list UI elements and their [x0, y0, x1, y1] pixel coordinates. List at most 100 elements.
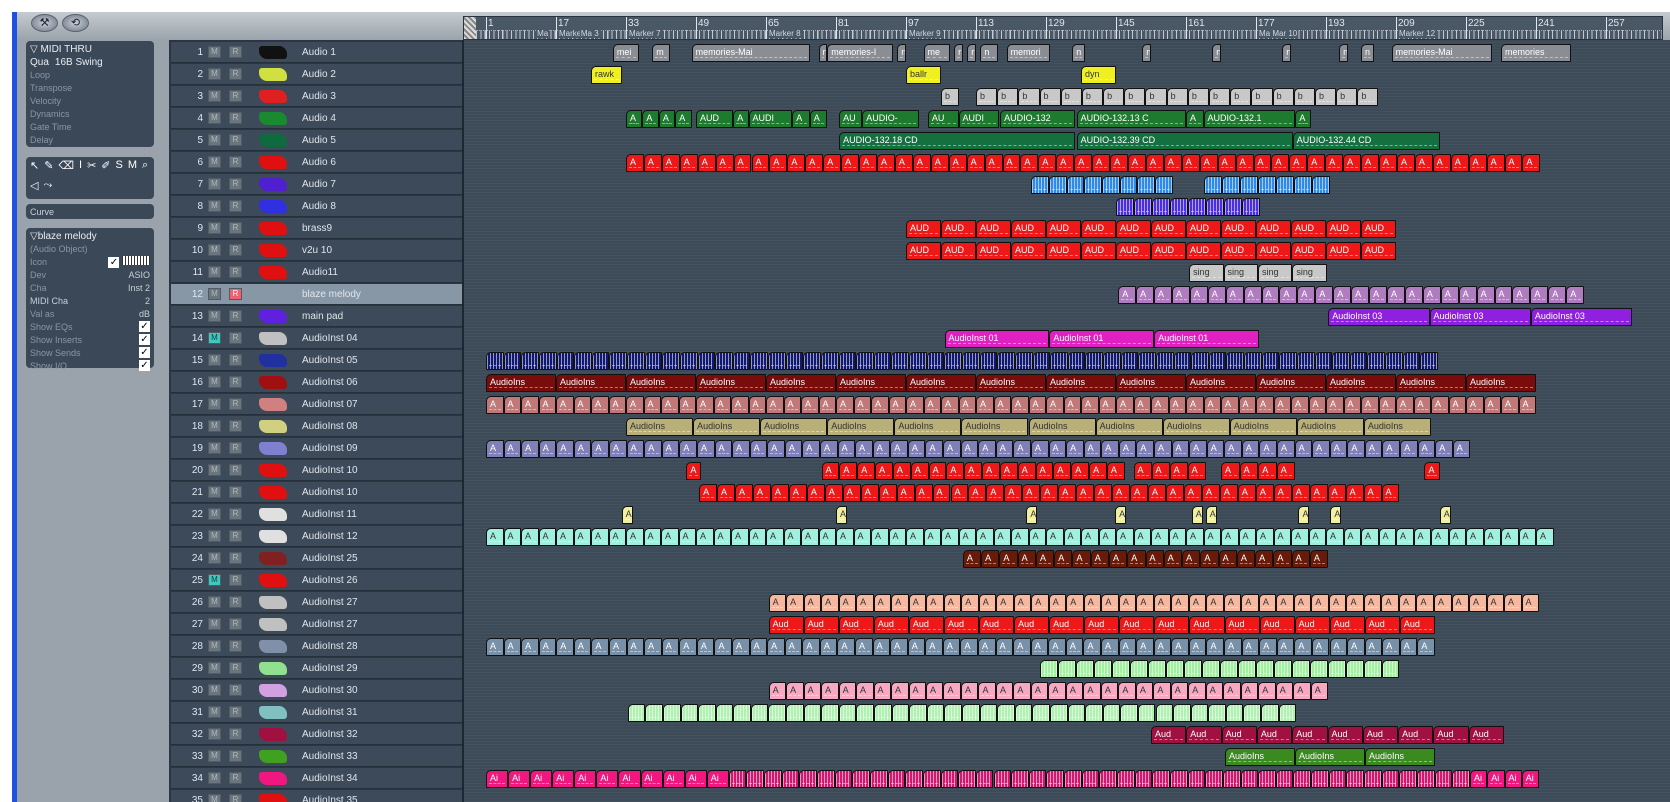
clip[interactable]	[1173, 704, 1191, 722]
clip[interactable]	[645, 704, 663, 722]
mute-button[interactable]: M	[208, 90, 221, 102]
clip[interactable]	[1170, 198, 1189, 216]
clip[interactable]: AUD	[1046, 220, 1081, 238]
clip[interactable]: A	[1483, 396, 1501, 414]
clip[interactable]: A	[1030, 682, 1049, 700]
clip[interactable]: A	[1136, 440, 1154, 458]
clip[interactable]: A	[1109, 550, 1128, 568]
clip[interactable]: A	[962, 550, 982, 568]
clip[interactable]: AUD	[696, 110, 734, 128]
clip[interactable]: A	[978, 638, 996, 656]
track-row[interactable]: 24 M R AudioInst 25	[171, 548, 462, 569]
track-row[interactable]: 21 M R AudioInst 10	[171, 482, 462, 503]
clip[interactable]: A	[1089, 462, 1107, 480]
clip[interactable]: A	[1083, 440, 1102, 458]
clip[interactable]: A	[802, 638, 820, 656]
clip[interactable]: A	[1223, 594, 1242, 612]
clip[interactable]	[728, 770, 747, 788]
clip[interactable]: A	[1046, 528, 1064, 546]
clip[interactable]: A	[1311, 638, 1330, 656]
clip[interactable]	[662, 704, 681, 722]
clip[interactable]	[1205, 770, 1223, 788]
clip[interactable]: A	[1458, 286, 1477, 304]
clip[interactable]	[732, 352, 751, 370]
clip[interactable]: A	[1092, 154, 1111, 172]
clip[interactable]: A	[769, 154, 788, 172]
clip[interactable]: A	[838, 682, 857, 700]
track-row[interactable]: 29 M R AudioInst 29	[171, 658, 462, 679]
clip[interactable]: A	[1151, 528, 1169, 546]
clip[interactable]	[1120, 352, 1139, 370]
clip[interactable]: A	[842, 484, 861, 502]
clip[interactable]: A	[841, 154, 860, 172]
record-button[interactable]: R	[229, 728, 242, 740]
clip[interactable]: memories	[1501, 44, 1571, 62]
clip[interactable]: A	[1241, 440, 1260, 458]
clip[interactable]: A	[1241, 638, 1260, 656]
clip[interactable]	[856, 704, 875, 722]
clip[interactable]: A	[950, 484, 969, 502]
marker-label[interactable]: Ma	[536, 29, 550, 38]
clip[interactable]: A	[768, 682, 787, 700]
clip[interactable]: memories-Mai	[1391, 44, 1493, 62]
mute-button[interactable]: M	[208, 46, 221, 58]
clip[interactable]: A	[1153, 682, 1171, 700]
mute-button[interactable]: M	[208, 706, 221, 718]
clip[interactable]	[1258, 770, 1276, 788]
clip[interactable]	[1332, 352, 1350, 370]
clip[interactable]: A	[1255, 484, 1274, 502]
clip[interactable]: A	[932, 484, 951, 502]
clip[interactable]: A	[749, 440, 768, 458]
track-row[interactable]: 1 M R Audio 1	[171, 42, 462, 63]
clip[interactable]: A	[643, 528, 661, 546]
clip[interactable]	[1183, 660, 1202, 678]
clip[interactable]: A	[1413, 528, 1431, 546]
track-row[interactable]: 11 M R Audio11	[171, 262, 462, 283]
clip[interactable]: A	[1275, 682, 1294, 700]
record-button[interactable]: R	[229, 376, 242, 388]
clip[interactable]: A	[732, 638, 750, 656]
clip[interactable]: A	[1237, 484, 1256, 502]
record-button[interactable]: R	[229, 90, 242, 102]
clip[interactable]: A	[946, 462, 965, 480]
clip[interactable]: A	[1199, 154, 1218, 172]
clip[interactable]	[768, 704, 787, 722]
mute-button[interactable]: M	[208, 552, 221, 564]
checkbox[interactable]: ✓	[139, 360, 150, 371]
clip[interactable]: A	[609, 638, 627, 656]
clip[interactable]: AUD	[906, 220, 941, 238]
track-name[interactable]: AudioInst 35	[302, 795, 358, 802]
clip[interactable]	[715, 704, 734, 722]
mute-button[interactable]: M	[208, 486, 221, 498]
clip[interactable]: A	[1434, 594, 1452, 612]
record-button[interactable]: R	[229, 530, 242, 542]
clip[interactable]: A	[872, 440, 891, 458]
clip[interactable]: A	[1065, 682, 1084, 700]
clip[interactable]: A	[1435, 440, 1453, 458]
track-name[interactable]: Audio 3	[302, 91, 336, 102]
clip[interactable]: A	[1035, 462, 1054, 480]
clip[interactable]: sing	[1257, 264, 1293, 282]
clip[interactable]: Aud	[1362, 726, 1399, 744]
clip[interactable]	[1420, 352, 1438, 370]
clip[interactable]: A	[1239, 462, 1259, 480]
clip[interactable]: AudioIns	[827, 418, 895, 436]
clip[interactable]	[733, 704, 751, 722]
clip[interactable]: A	[1153, 440, 1172, 458]
clip[interactable]: A	[1329, 638, 1348, 656]
clip[interactable]: A	[1417, 638, 1435, 656]
clip[interactable]: A	[696, 528, 714, 546]
clip[interactable]: A	[1040, 484, 1059, 502]
clip[interactable]: A	[836, 528, 854, 546]
clip[interactable]	[1014, 704, 1033, 722]
clip[interactable]	[1032, 352, 1051, 370]
clip[interactable]: AudioIns	[1229, 418, 1297, 436]
clip[interactable]: A	[801, 528, 819, 546]
clip[interactable]: A	[1168, 528, 1186, 546]
clip[interactable]: A	[661, 154, 680, 172]
clip[interactable]: A	[1386, 286, 1405, 304]
clip[interactable]: Aud	[1329, 616, 1365, 634]
clip[interactable]: A	[1486, 594, 1505, 612]
clip[interactable]: A	[1098, 396, 1116, 414]
clip[interactable]	[1148, 660, 1167, 678]
